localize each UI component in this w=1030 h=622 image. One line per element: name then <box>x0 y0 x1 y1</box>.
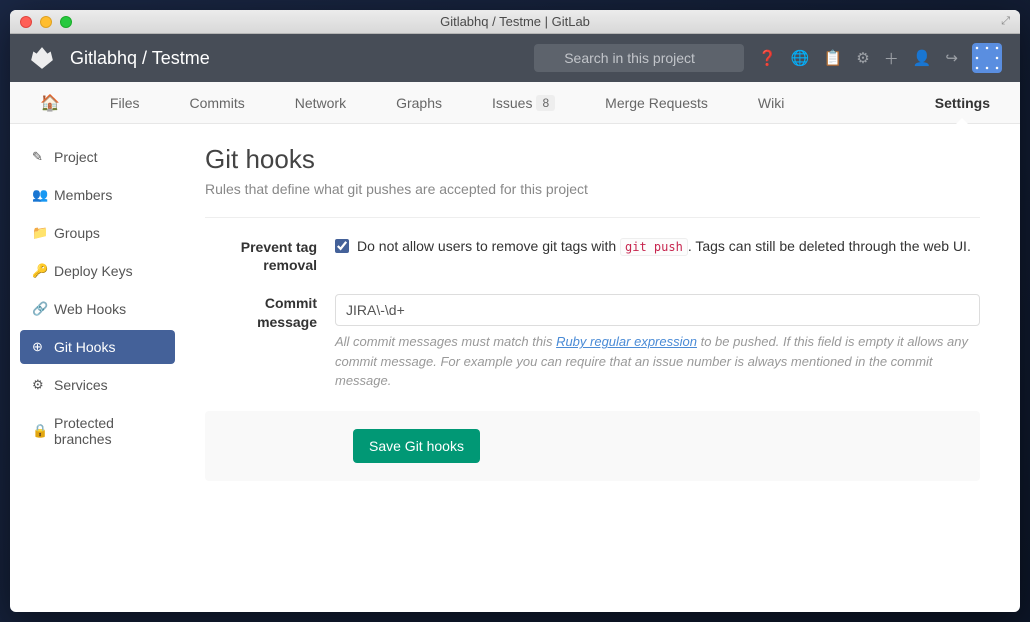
sidebar-item-groups[interactable]: 📁Groups <box>20 216 175 250</box>
page-title: Git hooks <box>205 144 980 175</box>
prevent-tag-description: Do not allow users to remove git tags wi… <box>357 238 971 254</box>
lock-icon: 🔒 <box>32 423 46 439</box>
tab-home[interactable]: 🏠 <box>40 82 60 124</box>
page-subtitle: Rules that define what git pushes are ac… <box>205 181 980 197</box>
window-title: Gitlabhq / Testme | GitLab <box>10 14 1020 29</box>
project-search-input[interactable] <box>534 44 744 72</box>
globe-icon[interactable]: 🌐 <box>791 49 810 67</box>
plus-icon[interactable]: ＋ <box>884 48 899 69</box>
ruby-regex-link[interactable]: Ruby regular expression <box>556 334 697 349</box>
tab-files[interactable]: Files <box>110 82 140 124</box>
prevent-tag-label: Prevent tag removal <box>205 238 335 274</box>
save-git-hooks-button[interactable]: Save Git hooks <box>353 429 480 463</box>
commit-message-label: Commit message <box>205 294 335 391</box>
breadcrumb[interactable]: Gitlabhq / Testme <box>70 48 210 69</box>
gears-icon: ⚙ <box>32 377 46 393</box>
settings-sidebar: ✎Project 👥Members 📁Groups 🔑Deploy Keys 🔗… <box>10 124 185 612</box>
sidebar-item-git-hooks[interactable]: ⊕Git Hooks <box>20 330 175 364</box>
sidebar-item-members[interactable]: 👥Members <box>20 178 175 212</box>
members-icon: 👥 <box>32 187 46 203</box>
user-avatar[interactable] <box>972 43 1002 73</box>
top-navbar: Gitlabhq / Testme 🔍 ❓ 🌐 📋 ⚙ ＋ 👤 ↪ <box>10 34 1020 82</box>
tab-settings[interactable]: Settings <box>935 82 990 124</box>
sidebar-item-services[interactable]: ⚙Services <box>20 368 175 402</box>
prevent-tag-checkbox[interactable] <box>335 239 349 253</box>
window-titlebar: Gitlabhq / Testme | GitLab ⤢ <box>10 10 1020 34</box>
tab-merge-requests[interactable]: Merge Requests <box>605 82 708 124</box>
tab-wiki[interactable]: Wiki <box>758 82 784 124</box>
gitlab-logo-icon[interactable] <box>28 44 56 72</box>
help-icon[interactable]: ❓ <box>758 49 777 67</box>
project-tabs: 🏠 Files Commits Network Graphs Issues8 M… <box>10 82 1020 124</box>
tab-issues[interactable]: Issues8 <box>492 82 555 124</box>
settings-gears-icon[interactable]: ⚙ <box>856 49 869 67</box>
edit-icon: ✎ <box>32 149 46 165</box>
commit-message-help: All commit messages must match this Ruby… <box>335 332 980 391</box>
sidebar-item-project[interactable]: ✎Project <box>20 140 175 174</box>
key-icon: 🔑 <box>32 263 46 279</box>
folder-icon: 📁 <box>32 225 46 241</box>
signout-icon[interactable]: ↪ <box>945 49 958 67</box>
clipboard-icon[interactable]: 📋 <box>824 49 843 67</box>
sidebar-item-web-hooks[interactable]: 🔗Web Hooks <box>20 292 175 326</box>
home-icon: 🏠 <box>40 93 60 113</box>
commit-message-regex-input[interactable] <box>335 294 980 326</box>
link-icon: 🔗 <box>32 301 46 317</box>
issues-count-badge: 8 <box>536 95 555 111</box>
git-push-code: git push <box>620 238 688 256</box>
tab-network[interactable]: Network <box>295 82 346 124</box>
sidebar-item-deploy-keys[interactable]: 🔑Deploy Keys <box>20 254 175 288</box>
user-icon[interactable]: 👤 <box>913 49 932 67</box>
tab-graphs[interactable]: Graphs <box>396 82 442 124</box>
tab-commits[interactable]: Commits <box>189 82 244 124</box>
sidebar-item-protected-branches[interactable]: 🔒Protected branches <box>20 406 175 456</box>
crosshair-icon: ⊕ <box>32 339 46 355</box>
